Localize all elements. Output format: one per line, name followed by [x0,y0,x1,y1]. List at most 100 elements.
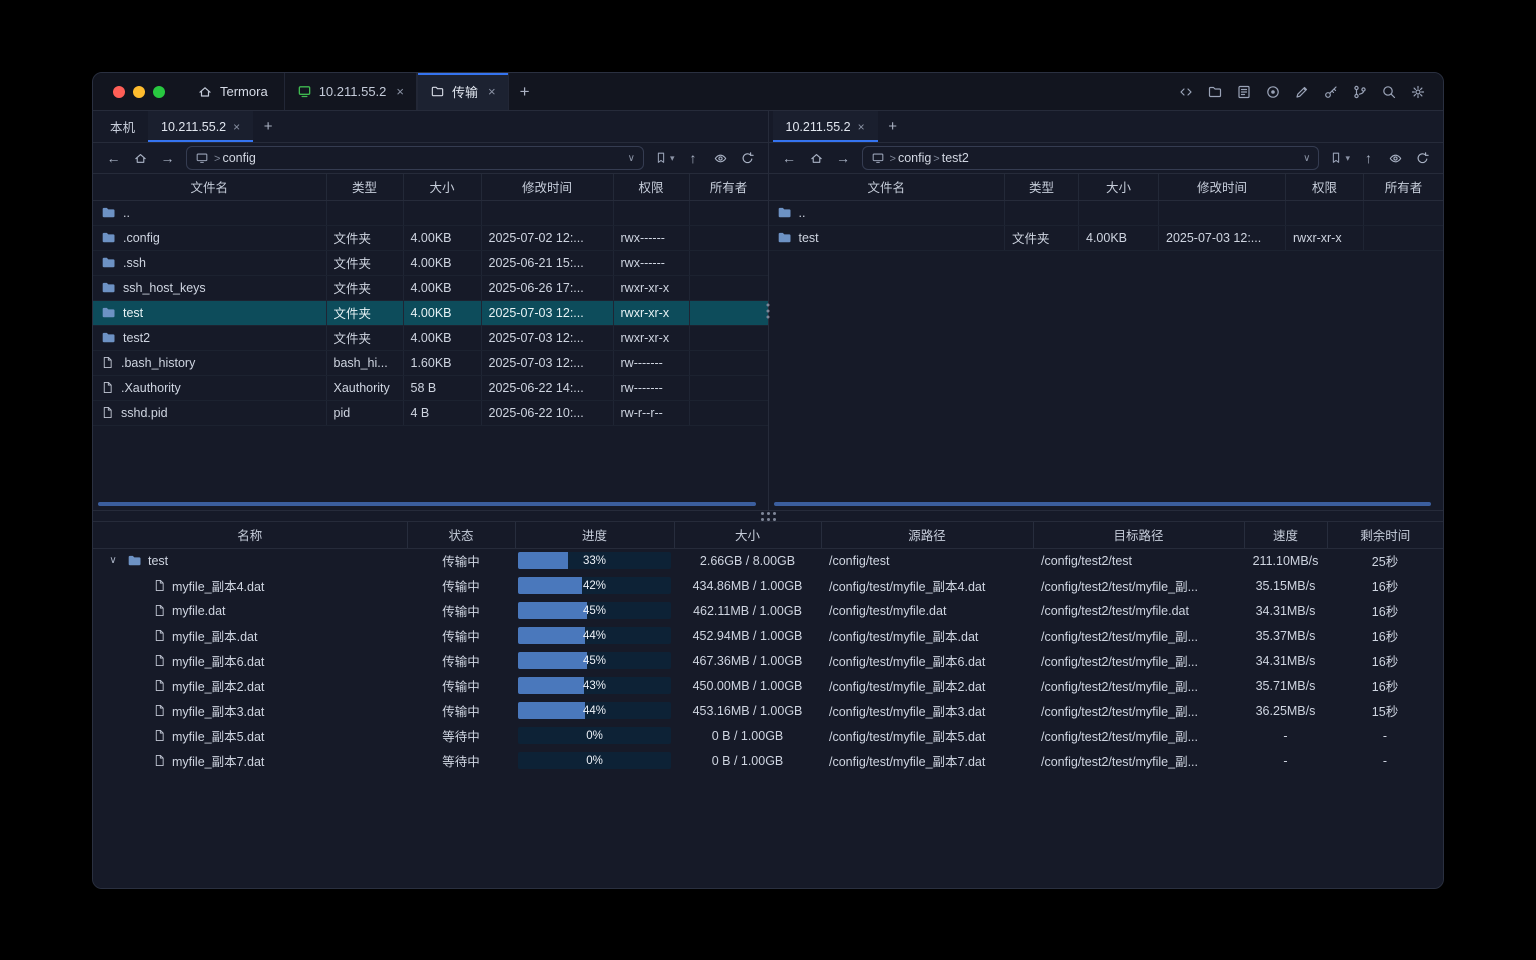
col-modified[interactable]: 修改时间 [481,174,613,200]
code-icon[interactable] [1173,79,1199,105]
file-row[interactable]: .XauthorityXauthority58 B2025-06-22 14:.… [93,375,768,400]
folder-icon[interactable] [1202,79,1228,105]
tab-remote-host[interactable]: 10.211.55.2 × [773,111,878,142]
col-target-path[interactable]: 目标路径 [1033,522,1244,548]
file-row[interactable]: test文件夹4.00KB2025-07-03 12:...rwxr-xr-x [769,225,1444,250]
new-panel-tab-button[interactable]: + [253,111,283,142]
col-type[interactable]: 类型 [1005,174,1079,200]
col-progress[interactable]: 进度 [515,522,674,548]
transfer-row[interactable]: myfile_副本4.dat传输中42%434.86MB / 1.00GB/co… [93,573,1443,598]
transfer-progress-cell: 33% [515,548,674,573]
back-icon[interactable]: ← [777,146,802,170]
chevron-down-icon[interactable]: ∨ [628,153,635,164]
col-owner[interactable]: 所有者 [1364,174,1444,200]
horizontal-scrollbar[interactable] [98,502,756,506]
transfer-row[interactable]: myfile.dat传输中45%462.11MB / 1.00GB/config… [93,598,1443,623]
zoom-window-button[interactable] [153,86,165,98]
close-tab-icon[interactable]: × [396,84,404,99]
edit-icon[interactable] [1289,79,1315,105]
col-size[interactable]: 大小 [1079,174,1159,200]
log-icon[interactable] [1231,79,1257,105]
transfer-row[interactable]: myfile_副本3.dat传输中44%453.16MB / 1.00GB/co… [93,698,1443,723]
tab-local[interactable]: 本机 [97,111,148,142]
close-tab-icon[interactable]: × [233,120,240,134]
file-row[interactable]: .ssh文件夹4.00KB2025-06-21 15:...rwx------ [93,250,768,275]
transfer-target-cell: /config/test2/test/myfile_副... [1033,573,1244,598]
refresh-icon[interactable] [1410,146,1435,170]
show-hidden-eye-icon[interactable] [1383,146,1408,170]
chevron-down-icon[interactable]: ∨ [1303,153,1310,164]
transfer-row[interactable]: ∨test传输中33%2.66GB / 8.00GB/config/test/c… [93,548,1443,573]
bookmark-icon[interactable]: ▾ [1325,146,1354,170]
file-row[interactable]: .bash_historybash_hi...1.60KB2025-07-03 … [93,350,768,375]
tab-remote-host[interactable]: 10.211.55.2 × [148,111,253,142]
refresh-icon[interactable] [735,146,760,170]
transfer-eta-cell: 25秒 [1327,548,1443,573]
transfer-splitter[interactable] [93,511,1443,522]
col-status[interactable]: 状态 [407,522,515,548]
upload-icon[interactable]: ↑ [1356,146,1381,170]
app-home-tab[interactable]: Termora [181,73,284,110]
col-size[interactable]: 大小 [674,522,821,548]
file-name-cell: test [93,300,326,325]
tab-transfer[interactable]: 传输 × [417,73,509,110]
close-window-button[interactable] [113,86,125,98]
breadcrumb-segment[interactable]: config [898,151,931,165]
breadcrumb-segment[interactable]: test2 [942,151,969,165]
new-panel-tab-button[interactable]: + [878,111,908,142]
right-path-field[interactable]: >config>test2 ∨ [862,146,1320,170]
transfer-progress-cell: 45% [515,598,674,623]
transfer-eta-cell: 16秒 [1327,648,1443,673]
key-icon[interactable] [1318,79,1344,105]
col-name[interactable]: 名称 [93,522,407,548]
transfer-progress-cell: 44% [515,623,674,648]
search-icon[interactable] [1376,79,1402,105]
col-owner[interactable]: 所有者 [689,174,768,200]
col-source-path[interactable]: 源路径 [821,522,1033,548]
new-tab-button[interactable]: + [509,73,541,110]
file-row[interactable]: sshd.pidpid4 B2025-06-22 10:...rw-r--r-- [93,400,768,425]
col-speed[interactable]: 速度 [1244,522,1327,548]
branch-icon[interactable] [1347,79,1373,105]
expander-icon[interactable]: ∨ [105,555,121,566]
file-row[interactable]: .. [93,200,768,225]
file-row[interactable]: test文件夹4.00KB2025-07-03 12:...rwxr-xr-x [93,300,768,325]
record-icon[interactable] [1260,79,1286,105]
close-tab-icon[interactable]: × [488,84,496,99]
col-type[interactable]: 类型 [326,174,403,200]
forward-icon[interactable]: → [155,146,180,170]
forward-icon[interactable]: → [831,146,856,170]
show-hidden-eye-icon[interactable] [708,146,733,170]
breadcrumb-segment[interactable]: config [222,151,255,165]
home-icon[interactable] [804,146,829,170]
transfer-row[interactable]: myfile_副本.dat传输中44%452.94MB / 1.00GB/con… [93,623,1443,648]
col-filename[interactable]: 文件名 [93,174,326,200]
home-icon[interactable] [128,146,153,170]
left-path-field[interactable]: >config ∨ [186,146,644,170]
panel-splitter-handle[interactable] [767,303,770,318]
file-row[interactable]: ssh_host_keys文件夹4.00KB2025-06-26 17:...r… [93,275,768,300]
col-filename[interactable]: 文件名 [769,174,1005,200]
col-permissions[interactable]: 权限 [1286,174,1364,200]
transfer-row[interactable]: myfile_副本7.dat等待中0%0 B / 1.00GB/config/t… [93,748,1443,773]
file-permissions-cell: rwx------ [613,250,689,275]
transfer-row[interactable]: myfile_副本6.dat传输中45%467.36MB / 1.00GB/co… [93,648,1443,673]
file-row[interactable]: test2文件夹4.00KB2025-07-03 12:...rwxr-xr-x [93,325,768,350]
close-tab-icon[interactable]: × [858,120,865,134]
col-size[interactable]: 大小 [403,174,481,200]
file-size-cell: 4.00KB [403,250,481,275]
back-icon[interactable]: ← [101,146,126,170]
minimize-window-button[interactable] [133,86,145,98]
bookmark-icon[interactable]: ▾ [650,146,679,170]
transfer-row[interactable]: myfile_副本2.dat传输中43%450.00MB / 1.00GB/co… [93,673,1443,698]
col-modified[interactable]: 修改时间 [1159,174,1286,200]
tab-host-10-211-55-2[interactable]: 10.211.55.2 × [284,73,417,110]
transfer-row[interactable]: myfile_副本5.dat等待中0%0 B / 1.00GB/config/t… [93,723,1443,748]
col-eta[interactable]: 剩余时间 [1327,522,1443,548]
file-row[interactable]: .. [769,200,1444,225]
col-permissions[interactable]: 权限 [613,174,689,200]
upload-icon[interactable]: ↑ [681,146,706,170]
horizontal-scrollbar[interactable] [774,502,1432,506]
file-row[interactable]: .config文件夹4.00KB2025-07-02 12:...rwx----… [93,225,768,250]
settings-icon[interactable] [1405,79,1431,105]
